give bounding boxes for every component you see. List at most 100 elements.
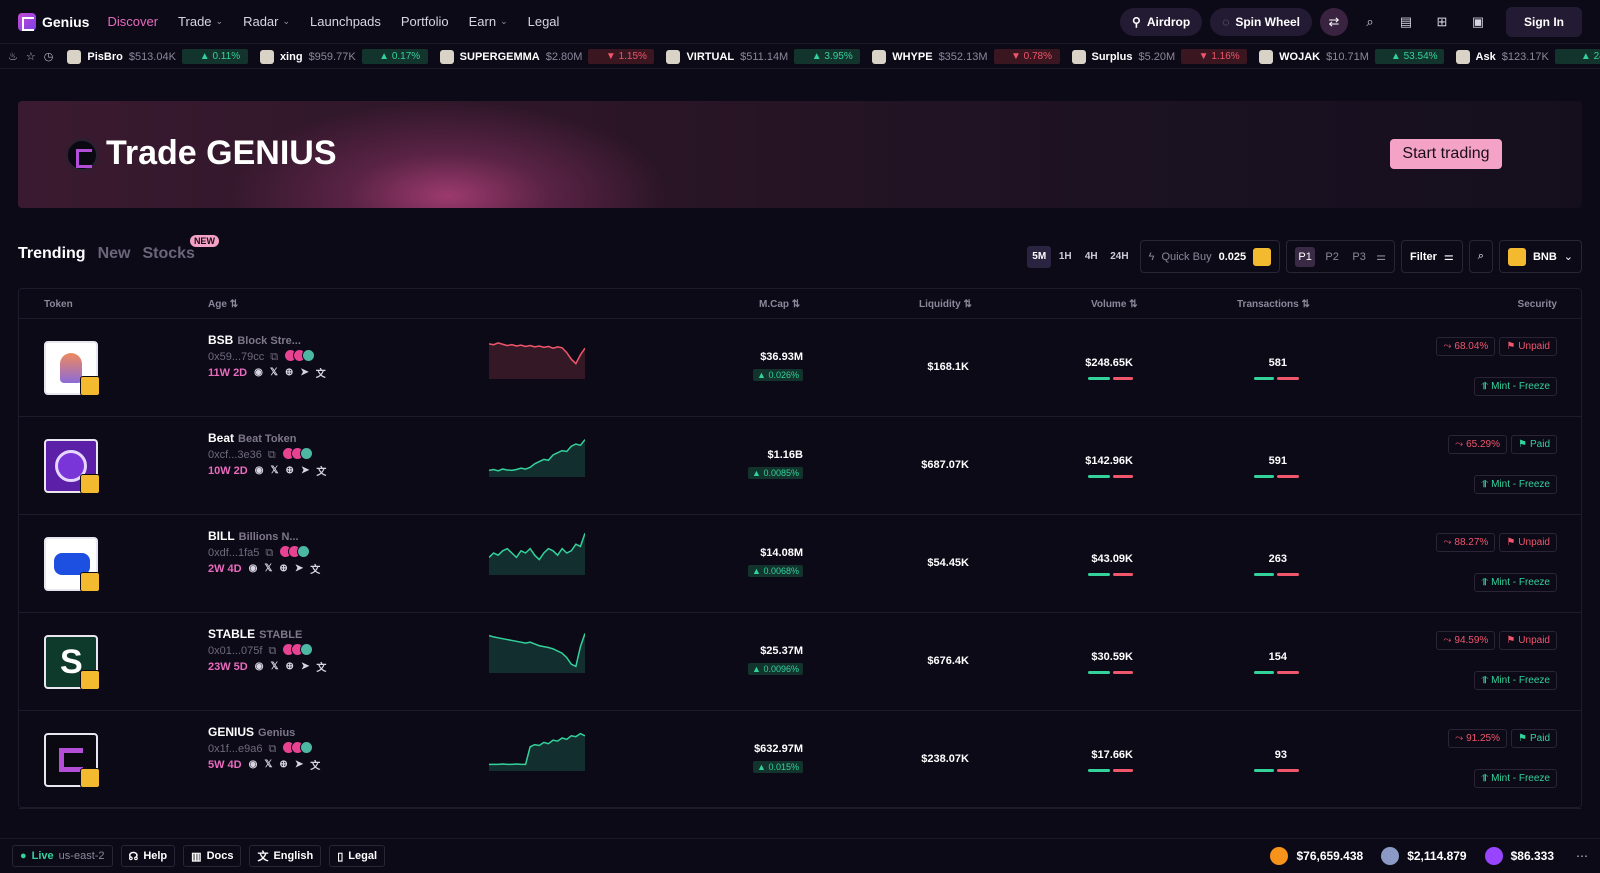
ticker-item[interactable]: VIRTUAL $511.14M 3.95%: [666, 49, 861, 64]
settings-sliders-icon[interactable]: ⚌: [1376, 250, 1386, 263]
ticker-item[interactable]: PisBro $513.04K 0.11%: [67, 49, 248, 64]
search-icon[interactable]: ◉: [255, 661, 264, 672]
timeframe-1h[interactable]: 1H: [1053, 246, 1077, 268]
translate-icon[interactable]: 文: [310, 561, 320, 576]
sign-in-button[interactable]: Sign In: [1506, 6, 1582, 37]
copy-icon[interactable]: ⧉: [268, 645, 276, 658]
paid-status-tag[interactable]: ⚑ Paid: [1511, 729, 1557, 748]
ticker-item[interactable]: Ask $123.17K 24: [1455, 49, 1600, 64]
mint-freeze-tag[interactable]: ⥣ Mint - Freeze: [1473, 377, 1557, 396]
telegram-icon[interactable]: ➤: [295, 759, 303, 770]
search-icon[interactable]: ◉: [249, 563, 258, 574]
token-name[interactable]: GENIUS Genius: [208, 725, 295, 739]
token-name[interactable]: Beat Beat Token: [208, 431, 297, 445]
price-sol[interactable]: $86.333: [1484, 847, 1554, 865]
top-holders-tag[interactable]: ⤳ 88.27%: [1436, 533, 1496, 552]
paid-status-tag[interactable]: ⚑ Unpaid: [1499, 337, 1557, 356]
chain-selector[interactable]: BNB ⌄: [1498, 240, 1582, 273]
col-age[interactable]: Age ⇅: [208, 299, 238, 310]
col-transactions[interactable]: Transactions ⇅: [1237, 299, 1310, 310]
x-icon[interactable]: 𝕏: [270, 465, 278, 476]
col-volume[interactable]: Volume ⇅: [1091, 299, 1138, 310]
preset-p3[interactable]: P3: [1349, 247, 1369, 267]
top-holders-tag[interactable]: ⤳ 91.25%: [1448, 729, 1508, 748]
table-row[interactable]: S STABLE STABLE 0x01...075f ⧉ 23W 5D ◉ 𝕏 ⊕ ➤ 文 $25.…: [19, 613, 1581, 711]
ticker-item[interactable]: xing $959.77K 0.17%: [259, 49, 428, 64]
table-row[interactable]: BSB Block Stre... 0x59...79cc ⧉ 11W 2D ◉ 𝕏 ⊕ ➤ 文 $…: [19, 319, 1581, 417]
globe-icon[interactable]: ⊕: [286, 661, 294, 672]
copy-icon[interactable]: ⧉: [268, 743, 276, 756]
quick-buy-amount[interactable]: 0.025: [1219, 251, 1247, 263]
tab-trending[interactable]: Trending: [18, 245, 86, 263]
search-icon[interactable]: ⌕: [1356, 8, 1384, 36]
mint-freeze-tag[interactable]: ⥣ Mint - Freeze: [1473, 475, 1557, 494]
col-liquidity[interactable]: Liquidity ⇅: [919, 299, 972, 310]
brand-logo[interactable]: Genius: [18, 12, 89, 31]
copy-icon[interactable]: ⧉: [265, 547, 273, 560]
globe-icon[interactable]: ⊕: [279, 563, 287, 574]
token-name[interactable]: BILL Billions N...: [208, 529, 299, 543]
table-search-button[interactable]: ⌕: [1468, 240, 1493, 273]
timeframe-5m[interactable]: 5M: [1027, 245, 1052, 268]
x-icon[interactable]: 𝕏: [264, 759, 272, 770]
search-icon[interactable]: ◉: [255, 465, 264, 476]
globe-icon[interactable]: ⊕: [279, 759, 287, 770]
preset-p1[interactable]: P1: [1295, 246, 1316, 267]
translate-icon[interactable]: 文: [316, 659, 326, 674]
top-holders-tag[interactable]: ⤳ 68.04%: [1436, 337, 1496, 356]
token-name[interactable]: STABLE STABLE: [208, 627, 302, 641]
x-icon[interactable]: 𝕏: [270, 367, 278, 378]
nav-link-earn[interactable]: Earn ⌄: [469, 14, 508, 29]
ticker-item[interactable]: Surplus $5.20M 1.16%: [1071, 49, 1248, 64]
ticker-item[interactable]: WOJAK $10.71M 53.54%: [1259, 49, 1444, 64]
token-name[interactable]: BSB Block Stre...: [208, 333, 301, 347]
ticker-item[interactable]: SUPERGEMMA $2.80M 1.15%: [439, 49, 655, 64]
airdrop-button[interactable]: ⚲ Airdrop: [1120, 7, 1203, 36]
quick-buy-box[interactable]: ϟ Quick Buy 0.025: [1139, 240, 1281, 273]
docs-button[interactable]: ▥ Docs: [183, 845, 242, 867]
tab-new[interactable]: New: [98, 245, 131, 263]
search-icon[interactable]: ◉: [254, 367, 263, 378]
translate-icon[interactable]: 文: [310, 757, 320, 772]
ticker-item[interactable]: WHYPE $352.13M 0.78%: [872, 49, 1060, 64]
legal-button[interactable]: ▯ Legal: [329, 845, 385, 867]
language-button[interactable]: 文 English: [249, 845, 322, 867]
copy-icon[interactable]: ⧉: [270, 351, 278, 364]
globe-icon[interactable]: ⊕: [285, 367, 293, 378]
start-trading-button[interactable]: Start trading: [1390, 139, 1502, 169]
telegram-icon[interactable]: ➤: [301, 465, 309, 476]
telegram-icon[interactable]: ➤: [295, 563, 303, 574]
table-row[interactable]: GENIUS Genius 0x1f...e9a6 ⧉ 5W 4D ◉ 𝕏 ⊕ ➤ 文 $632.9…: [19, 711, 1581, 809]
x-icon[interactable]: 𝕏: [270, 661, 278, 672]
help-button[interactable]: ☊ Help: [120, 845, 176, 867]
paid-status-tag[interactable]: ⚑ Unpaid: [1499, 533, 1557, 552]
x-icon[interactable]: 𝕏: [264, 563, 272, 574]
nav-link-launchpads[interactable]: Launchpads: [310, 14, 381, 29]
translate-icon[interactable]: 文: [316, 463, 326, 478]
nav-link-radar[interactable]: Radar ⌄: [243, 14, 290, 29]
nav-link-legal[interactable]: Legal: [528, 14, 560, 29]
spin-wheel-button[interactable]: ◌ Spin Wheel: [1210, 7, 1312, 36]
telegram-icon[interactable]: ➤: [301, 661, 309, 672]
mint-freeze-tag[interactable]: ⥣ Mint - Freeze: [1473, 769, 1557, 788]
copy-icon[interactable]: ⧉: [268, 449, 276, 462]
timeframe-4h[interactable]: 4H: [1079, 246, 1103, 268]
search-icon[interactable]: ◉: [249, 759, 258, 770]
translate-icon[interactable]: 文: [316, 365, 326, 380]
wallet-icon[interactable]: ▣: [1464, 8, 1492, 36]
gift-icon[interactable]: ⊞: [1428, 8, 1456, 36]
table-row[interactable]: Beat Beat Token 0xcf...3e36 ⧉ 10W 2D ◉ 𝕏 ⊕ ➤ 文 $1.…: [19, 417, 1581, 515]
price-eth[interactable]: $2,114.879: [1381, 847, 1467, 865]
tab-stocks[interactable]: Stocks NEW: [142, 235, 219, 263]
timeframe-24h[interactable]: 24H: [1105, 246, 1133, 268]
mint-freeze-tag[interactable]: ⥣ Mint - Freeze: [1473, 573, 1557, 592]
paid-status-tag[interactable]: ⚑ Unpaid: [1499, 631, 1557, 650]
more-icon[interactable]: ⋯: [1576, 849, 1588, 863]
clipboard-icon[interactable]: ▤: [1392, 8, 1420, 36]
top-holders-tag[interactable]: ⤳ 65.29%: [1448, 435, 1508, 454]
paid-status-tag[interactable]: ⚑ Paid: [1511, 435, 1557, 454]
nav-link-portfolio[interactable]: Portfolio: [401, 14, 449, 29]
swap-icon[interactable]: ⇄: [1320, 7, 1348, 36]
col-mcap[interactable]: M.Cap ⇅: [759, 299, 800, 310]
nav-link-discover[interactable]: Discover: [107, 14, 158, 29]
